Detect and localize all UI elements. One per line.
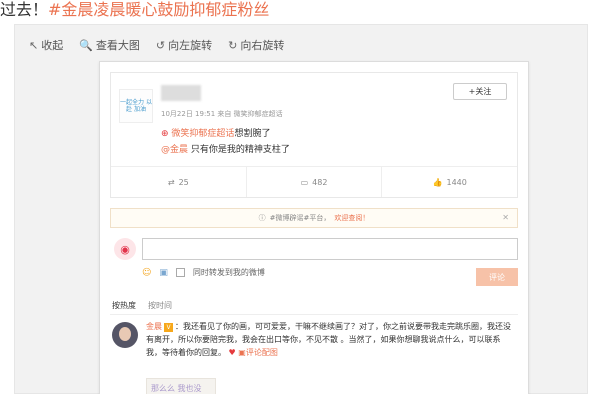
rotate-left-label: 向左旋转 [168, 39, 213, 52]
like-button[interactable]: 👍 1440 [382, 167, 517, 197]
notice-text: #微博辟谣#平台， [269, 214, 331, 222]
forward-label: 同时转发到我的微博 [192, 268, 265, 277]
zoom-icon: 🔍 [79, 38, 93, 52]
repost-count: 25 [178, 177, 189, 187]
image-viewer: ↖ 收起 🔍 查看大图 ↺ 向左旋转 ↻ 向右旋转 一起全力 以赴 加油 10月… [14, 24, 588, 394]
verified-badge-icon: V [164, 323, 173, 332]
supertopic-link[interactable]: 微笑抑郁症超话 [171, 129, 234, 139]
repost-button[interactable]: ⇄ 25 [111, 167, 247, 197]
screenshot-image: 一起全力 以赴 加油 10月22日 19:51 来自 微笑抑郁症超话 +关注 ⊕… [99, 61, 529, 394]
post-meta: 10月22日 19:51 来自 微笑抑郁症超话 [161, 110, 283, 118]
reply-avatar[interactable] [112, 322, 138, 348]
rotate-right-icon: ↻ [228, 38, 238, 52]
collapse-button[interactable]: ↖ 收起 [29, 37, 63, 53]
supertopic-icon: ⊕ [161, 129, 169, 139]
post-avatar-text: 一起全力 以赴 加油 [120, 99, 152, 113]
comment-sort: 按热度 按时间 [112, 300, 172, 311]
info-icon: ⓘ [258, 214, 266, 222]
heart-icon: ♥ [228, 348, 236, 357]
collapse-label: 收起 [41, 39, 64, 52]
view-large-button[interactable]: 🔍 查看大图 [79, 37, 140, 53]
comment-icon: ▭ [300, 177, 309, 187]
like-count: 1440 [446, 177, 467, 187]
viewer-toolbar: ↖ 收起 🔍 查看大图 ↺ 向左旋转 ↻ 向右旋转 [29, 35, 284, 55]
notice-link[interactable]: 欢迎查阅！ [334, 213, 369, 223]
headline-prefix: 过去！ [0, 0, 49, 19]
article-headline: 过去！#金晨凌晨暖心鼓励抑郁症粉丝 [0, 0, 600, 22]
weibo-logo-avatar: ◉ [114, 238, 136, 260]
comment-tools: ☺ ▣ 同时转发到我的微博 [142, 267, 265, 278]
post-stats: ⇄ 25 ▭ 482 👍 1440 [111, 167, 517, 197]
rotate-left-icon: ↺ [155, 38, 166, 52]
reply-comment: 金晨 V ：我还看见了你的画，可可爱爱，干嘛不继续画了？对了，你之前说要带我走完跳乐… [146, 320, 516, 359]
follow-button[interactable]: +关注 [453, 83, 507, 100]
forward-checkbox[interactable] [175, 268, 185, 277]
comment-button[interactable]: ▭ 482 [247, 167, 383, 197]
sort-by-time[interactable]: 按时间 [148, 300, 172, 311]
comment-input[interactable] [142, 238, 518, 260]
comment-count: 482 [312, 177, 328, 187]
avatar-face [119, 327, 131, 341]
reply-username[interactable]: 金晨 [146, 322, 162, 331]
rumor-notice: ⓘ #微博辟谣#平台， 欢迎查阅！ ✕ [110, 208, 518, 228]
post-line-1-text: 想割腕了 [234, 129, 271, 139]
sort-by-hot[interactable]: 按热度 [112, 300, 136, 311]
arrow-left-icon: ↖ [29, 38, 39, 52]
submit-comment-button[interactable]: 评论 [476, 268, 518, 286]
close-icon[interactable]: ✕ [502, 213, 509, 222]
headline-topic-link[interactable]: #金晨凌晨暖心鼓励抑郁症粉丝 [48, 0, 269, 19]
repost-icon: ⇄ [167, 177, 175, 187]
post-avatar[interactable]: 一起全力 以赴 加油 [119, 89, 153, 123]
post-line-2: @金晨 只有你是我的精神支柱了 [161, 142, 290, 155]
reply-photo[interactable]: 那么么 我也没 [146, 378, 216, 394]
reply-image-link[interactable]: 评论配图 [246, 348, 278, 357]
blurred-username [161, 85, 201, 101]
rotate-right-label: 向右旋转 [240, 39, 285, 52]
image-icon: ▣ [238, 348, 246, 357]
post-card: 一起全力 以赴 加油 10月22日 19:51 来自 微笑抑郁症超话 +关注 ⊕… [110, 72, 518, 198]
post-line-2-text: 只有你是我的精神支柱了 [188, 145, 290, 155]
reply-text: ：我还看见了你的画，可可爱爱，干嘛不继续画了？对了，你之前说要带我走完跳乐圈，我… [146, 322, 511, 357]
rotate-left-button[interactable]: ↺ 向左旋转 [156, 37, 212, 53]
emoji-icon[interactable]: ☺ [142, 268, 151, 278]
image-icon[interactable]: ▣ [159, 268, 168, 278]
divider [110, 314, 518, 315]
view-large-label: 查看大图 [95, 39, 140, 52]
mention-link[interactable]: @金晨 [161, 145, 188, 155]
thumbs-up-icon: 👍 [432, 177, 443, 187]
post-line-1: ⊕ 微笑抑郁症超话想割腕了 [161, 126, 270, 139]
rotate-right-button[interactable]: ↻ 向右旋转 [228, 37, 284, 53]
